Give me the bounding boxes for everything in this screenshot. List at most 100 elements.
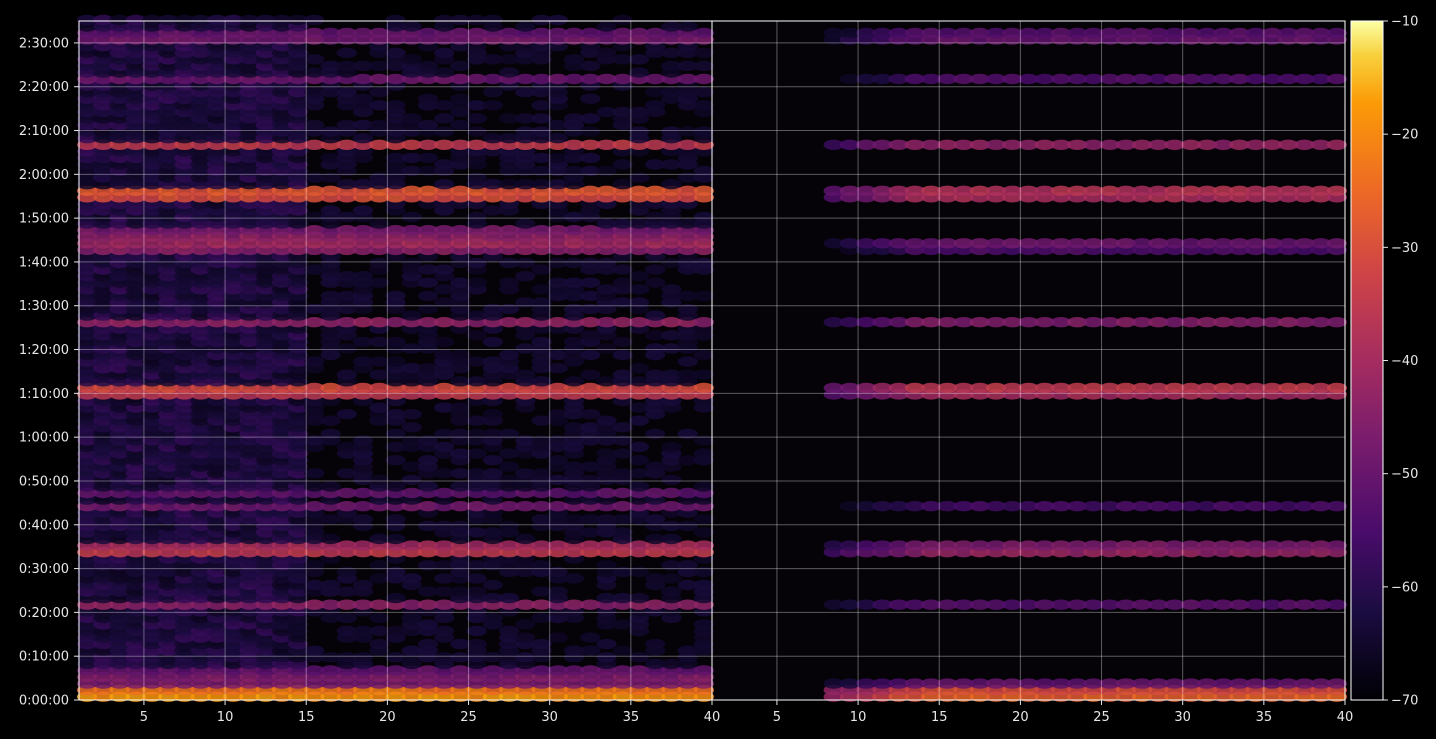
heatmap-cell: [547, 363, 568, 374]
heatmap-cell: [596, 343, 617, 354]
heatmap-cell: [385, 336, 406, 348]
heatmap-cell: [531, 113, 552, 124]
heatmap-cell: [401, 474, 422, 486]
y-tick-label: 0:50:00: [19, 474, 69, 489]
heatmap-cell: [693, 527, 715, 538]
heatmap-cell: [628, 592, 650, 604]
colorbar: [1350, 20, 1384, 701]
heatmap-cell: [693, 87, 715, 98]
x-tick-label: 10: [217, 710, 234, 725]
heatmap-cell: [661, 586, 682, 597]
x-tick-label: 35: [1256, 710, 1273, 725]
heatmap-cell: [369, 612, 390, 624]
heatmap-cell: [385, 455, 406, 466]
heatmap-cell: [628, 67, 650, 78]
heatmap-cell: [563, 573, 585, 584]
heatmap-cell: [450, 402, 471, 413]
x-tick-label: 20: [379, 710, 396, 725]
heatmap-cell: [1326, 185, 1347, 196]
heatmap-cell: [304, 468, 325, 479]
heatmap-cell: [645, 264, 666, 275]
y-tick-label: 2:00:00: [19, 168, 69, 183]
heatmap-cell: [466, 330, 487, 341]
heatmap-cell: [693, 369, 715, 380]
heatmap-cell: [693, 540, 715, 551]
heatmap-cell: [434, 47, 455, 58]
heatmap-cell: [596, 638, 617, 650]
heatmap-cell: [628, 271, 650, 282]
heatmap-cell: [434, 113, 455, 124]
colorbar-tick-label: −40: [1391, 354, 1418, 369]
heatmap-cell: [1326, 501, 1347, 512]
heatmap-cell: [612, 336, 633, 348]
heatmap-cell: [482, 87, 503, 98]
heatmap-cell: [628, 415, 650, 426]
heatmap-cell: [580, 152, 601, 164]
heatmap-cell: [466, 586, 487, 597]
heatmap-cell: [466, 277, 487, 288]
heatmap-cell: [547, 14, 568, 26]
colorbar-tick-label: −70: [1391, 694, 1418, 709]
heatmap-cell: [401, 310, 422, 321]
colorbar-axis: −10 −20 −30 −40 −50 −60 −70: [1383, 15, 1418, 709]
heatmap-cell: [531, 264, 552, 275]
heatmap-cell: [612, 369, 633, 380]
colorbar-tick-label: −10: [1391, 15, 1418, 30]
heatmap-cell: [612, 527, 633, 538]
heatmap-cell: [434, 179, 455, 190]
heatmap-cell: [645, 638, 666, 650]
heatmap-cell: [515, 21, 536, 32]
heatmap-cell: [417, 152, 439, 164]
x-tick-label: 5: [773, 710, 781, 725]
heatmap-cell: [352, 514, 374, 525]
heatmap-cell: [693, 448, 715, 459]
heatmap-cell: [369, 277, 390, 288]
heatmap-cell: [693, 349, 715, 361]
y-tick-label: 1:30:00: [19, 299, 69, 314]
heatmap-cell: [693, 665, 715, 676]
x-tick-label: 5: [140, 710, 148, 725]
heatmap-cell: [693, 211, 715, 223]
colorbar-tick-label: −20: [1391, 128, 1418, 143]
heatmap-cell: [515, 257, 536, 269]
heatmap-cell: [612, 448, 633, 459]
heatmap-cell: [677, 356, 698, 367]
heatmap-cell: [385, 356, 406, 367]
heatmap-cell: [369, 474, 390, 486]
heatmap-cell: [499, 277, 520, 288]
heatmap-cell: [499, 67, 520, 78]
heatmap-cell: [482, 455, 503, 466]
heatmap-cell: [336, 612, 357, 624]
y-tick-label: 0:10:00: [19, 650, 69, 665]
heatmap-cell: [596, 21, 617, 32]
heatmap-cell: [369, 638, 390, 650]
heatmap-cell: [304, 645, 325, 656]
heatmap-cell: [693, 126, 715, 137]
heatmap-cell: [628, 363, 650, 374]
heatmap-cell: [580, 369, 601, 380]
heatmap-cell: [336, 47, 357, 58]
heatmap-cell: [434, 126, 455, 137]
heatmap-cell: [401, 54, 422, 65]
heatmap-cell: [1326, 599, 1347, 610]
heatmap-cell: [515, 369, 536, 380]
heatmap-cell: [1326, 139, 1347, 150]
heatmap-cell: [499, 625, 520, 637]
heatmap-cell: [320, 533, 341, 545]
heatmap-cell: [693, 60, 715, 72]
heatmap-cell: [417, 93, 439, 105]
heatmap-cell: [336, 369, 357, 380]
heatmap-cell: [385, 514, 406, 525]
heatmap-cell: [385, 481, 406, 492]
heatmap-cell: [596, 652, 617, 663]
colorbar-tick-label: −60: [1391, 580, 1418, 595]
heatmap-cell: [580, 93, 601, 105]
heatmap-cell: [401, 573, 422, 584]
heatmap-cell: [563, 54, 585, 65]
heatmap-cell: [612, 645, 633, 656]
heatmap-cell: [661, 533, 682, 545]
heatmap-cell: [417, 290, 439, 302]
heatmap-cell: [645, 100, 666, 111]
heatmap-cell: [693, 47, 715, 58]
heatmap-cell: [385, 533, 406, 545]
